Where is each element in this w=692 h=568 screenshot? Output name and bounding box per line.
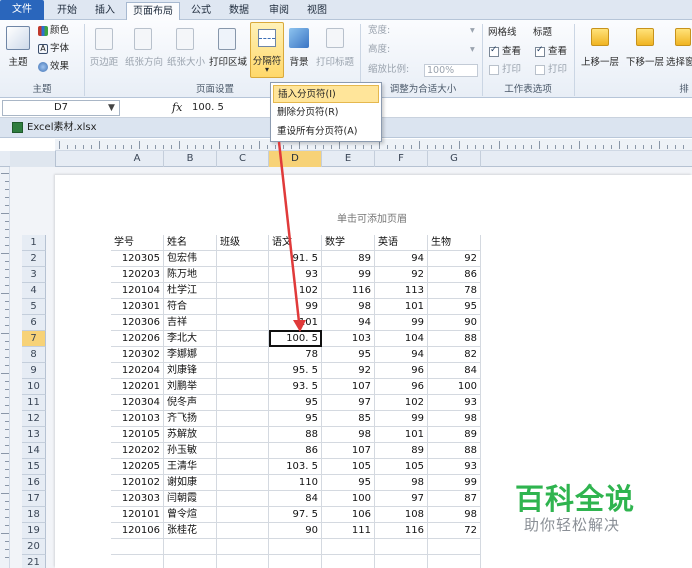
watermark-title: 百科全说 <box>515 482 636 516</box>
arrow-shaft <box>277 141 301 323</box>
arrow-head <box>293 320 306 332</box>
watermark-subtitle: 助你轻松解决 <box>524 516 621 534</box>
